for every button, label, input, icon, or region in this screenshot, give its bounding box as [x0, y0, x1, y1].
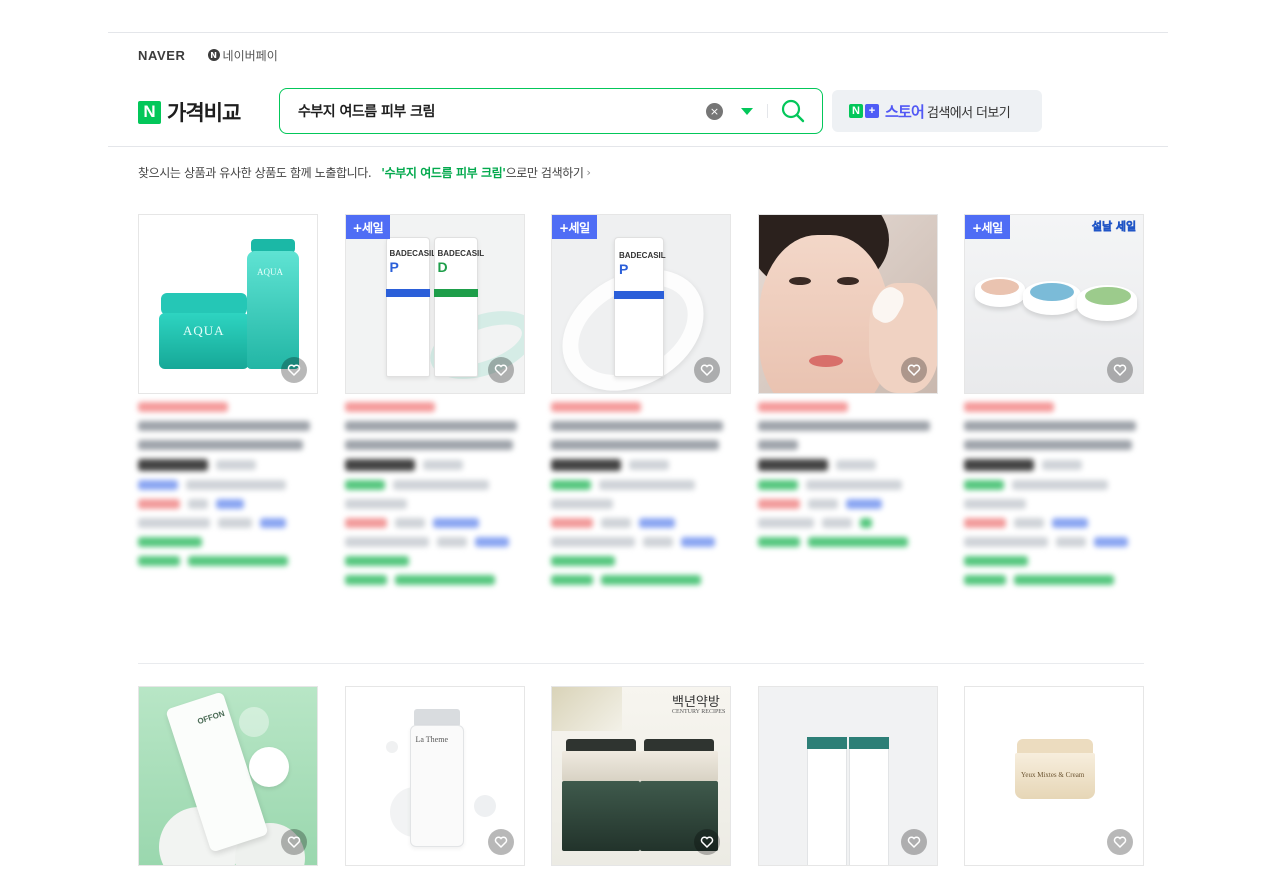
wishlist-button[interactable]	[281, 357, 307, 383]
naver-n-icon: N	[138, 100, 161, 124]
naver-pay-icon: N	[207, 49, 220, 61]
store-word: 스토어	[885, 102, 925, 121]
heart-icon	[700, 836, 714, 849]
product-thumbnail[interactable]: 백년약방 CENTURY RECIPES	[551, 686, 731, 866]
product-card[interactable]	[757, 214, 938, 594]
service-bar: NAVER N 네이버페이	[138, 46, 278, 64]
wishlist-button[interactable]	[1107, 357, 1133, 383]
nplus-icon: N +	[849, 104, 879, 118]
clear-icon[interactable]: ×	[706, 102, 723, 120]
chevron-right-icon[interactable]: ›	[587, 166, 591, 179]
product-thumbnail[interactable]: +세일 BADECASIL P BADECASIL D	[344, 214, 525, 394]
wishlist-button[interactable]	[694, 357, 720, 383]
brand-mark: 백년약방	[672, 695, 720, 710]
row-divider	[138, 663, 1144, 664]
brand-name: 가격비교	[167, 101, 241, 125]
chevron-down-icon[interactable]	[741, 107, 753, 115]
product-thumbnail[interactable]: La Theme	[344, 686, 525, 866]
heart-icon	[907, 836, 920, 849]
similar-notice: 찾으시는 상품과 유사한 상품도 함께 노출합니다. '수부지 여드름 피부 크…	[138, 164, 591, 181]
product-info-blurred	[964, 402, 1144, 585]
wishlist-button[interactable]	[900, 357, 927, 383]
heart-icon	[1113, 836, 1127, 849]
brand-sub: CENTURY RECIPES	[672, 709, 726, 715]
lunar-new-year-badge: 설날 세일	[1091, 220, 1137, 257]
wishlist-button[interactable]	[694, 829, 720, 855]
product-thumbnail[interactable]: +세일 BADECASIL P	[551, 214, 731, 394]
wishlist-button[interactable]	[487, 357, 514, 383]
naver-pay-link[interactable]: N 네이버페이	[207, 47, 278, 64]
wishlist-button[interactable]	[487, 829, 514, 855]
heart-icon	[287, 364, 301, 377]
product-info-blurred	[138, 402, 318, 566]
exact-search-link[interactable]: '수부지 여드름 피부 크림'	[381, 164, 506, 181]
product-row-1: AQUA AQUA +세일 BADECASIL P BADECASIL D +세…	[138, 214, 1144, 594]
search-input[interactable]	[298, 103, 706, 119]
wishlist-button[interactable]	[281, 829, 307, 855]
top-divider	[108, 32, 1168, 33]
product-info-blurred	[344, 402, 525, 585]
product-thumbnail[interactable]: +세일 설날 세일	[964, 214, 1144, 394]
product-row-2: OFFON La Theme 백년약방 CENTURY RECIPES Yeux…	[138, 686, 1144, 866]
product-info-blurred	[551, 402, 731, 585]
heart-icon	[494, 836, 507, 849]
product-card[interactable]: +세일 설날 세일	[964, 214, 1144, 594]
product-card[interactable]: La Theme	[344, 686, 525, 866]
product-card[interactable]: +세일 BADECASIL P	[551, 214, 731, 594]
search-divider	[767, 104, 768, 118]
sale-badge: +세일	[552, 215, 597, 239]
product-card[interactable]: OFFON	[138, 686, 318, 866]
search-icon[interactable]	[780, 98, 806, 124]
sale-badge: +세일	[965, 215, 1010, 239]
product-thumbnail[interactable]: AQUA AQUA	[138, 214, 318, 394]
heart-icon	[907, 364, 920, 377]
heart-icon	[287, 836, 301, 849]
sale-badge: +세일	[345, 215, 391, 239]
product-thumbnail[interactable]: Yeux Mixtes & Cream	[964, 686, 1144, 866]
heart-icon	[1113, 364, 1127, 377]
product-thumbnail[interactable]: OFFON	[138, 686, 318, 866]
naver-pay-label: 네이버페이	[222, 48, 278, 63]
heart-icon	[700, 364, 714, 377]
search-box: ×	[279, 88, 823, 134]
price-compare-logo[interactable]: N 가격비교	[138, 97, 241, 127]
nplus-n: N	[849, 104, 863, 118]
product-thumbnail[interactable]	[757, 686, 938, 866]
header-divider	[108, 146, 1168, 147]
product-thumbnail[interactable]	[757, 214, 938, 394]
store-search-button[interactable]: N + 스토어 검색에서 더보기	[832, 90, 1042, 132]
product-card[interactable]	[757, 686, 938, 866]
nplus-plus: +	[865, 104, 879, 118]
product-info-blurred	[757, 402, 938, 547]
naver-logo[interactable]: NAVER	[138, 48, 186, 63]
wishlist-button[interactable]	[1107, 829, 1133, 855]
product-card[interactable]: 백년약방 CENTURY RECIPES	[551, 686, 731, 866]
product-card[interactable]: +세일 BADECASIL P BADECASIL D	[344, 214, 525, 594]
page: NAVER N 네이버페이 N 가격비교 × N + 스토어 검색에서 더보기 …	[108, 0, 1168, 874]
wishlist-button[interactable]	[900, 829, 927, 855]
store-rest: 검색에서 더보기	[927, 105, 1011, 121]
notice-text: 찾으시는 상품과 유사한 상품도 함께 노출합니다.	[138, 166, 372, 180]
exact-search-tail[interactable]: 으로만 검색하기	[506, 164, 584, 181]
product-card[interactable]: AQUA AQUA	[138, 214, 318, 594]
corner-badge-text: 설날 세일	[1091, 220, 1137, 233]
heart-icon	[494, 364, 507, 377]
product-card[interactable]: Yeux Mixtes & Cream	[964, 686, 1144, 866]
